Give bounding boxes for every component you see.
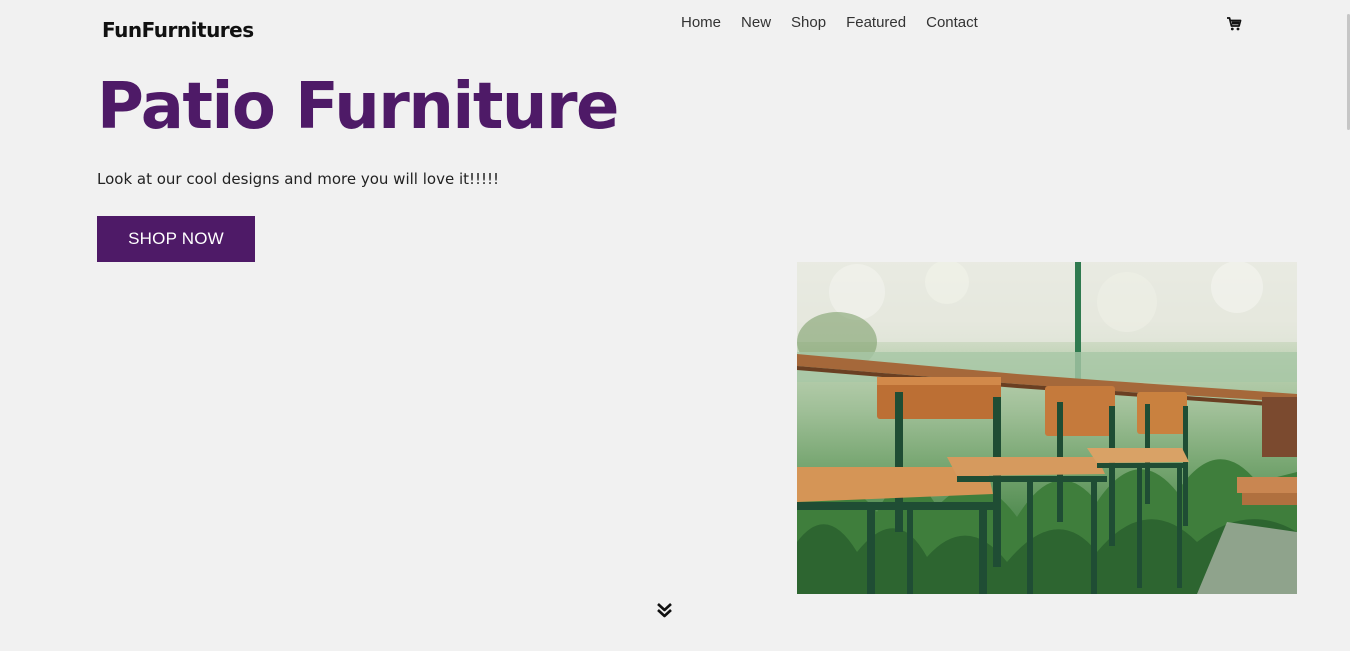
hero-image	[797, 262, 1297, 594]
landing-page: FunFurnitures Home New Shop Featured Con…	[0, 0, 1350, 651]
brand-logo[interactable]: FunFurnitures	[102, 18, 254, 42]
main-nav: Home New Shop Featured Contact	[681, 14, 978, 31]
nav-item-new[interactable]: New	[741, 14, 771, 31]
double-chevron-down-icon[interactable]	[656, 602, 673, 618]
hero-title: Patio Furniture	[97, 70, 619, 144]
nav-item-shop[interactable]: Shop	[791, 14, 826, 31]
shopping-cart-icon[interactable]	[1226, 16, 1242, 32]
shop-now-button[interactable]: SHOP NOW	[97, 216, 255, 262]
nav-item-featured[interactable]: Featured	[846, 14, 906, 31]
hero-subtitle: Look at our cool designs and more you wi…	[97, 170, 500, 188]
nav-item-home[interactable]: Home	[681, 14, 721, 31]
nav-item-contact[interactable]: Contact	[926, 14, 978, 31]
